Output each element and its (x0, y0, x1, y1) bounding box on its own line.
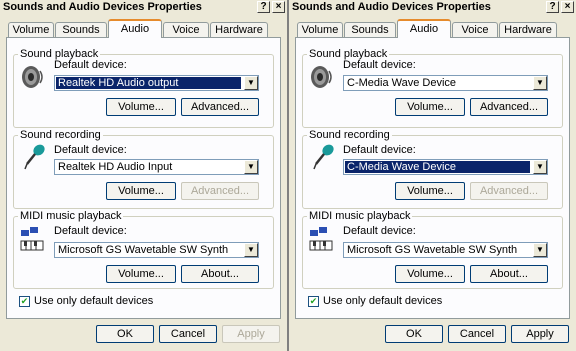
dropdown-arrow-icon[interactable]: ▼ (533, 76, 547, 90)
tab-volume[interactable]: Volume (8, 22, 54, 38)
default-device-label: Default device: (343, 59, 416, 71)
sound-recording-group: Sound recording Default device: C-Media … (302, 129, 563, 209)
use-only-default-checkbox[interactable]: ✔ (308, 296, 319, 307)
speaker-icon (22, 66, 43, 88)
tab-voice[interactable]: Voice (452, 22, 498, 38)
default-device-label: Default device: (343, 225, 416, 237)
tab-sounds[interactable]: Sounds (344, 22, 396, 38)
cancel-button[interactable]: Cancel (159, 325, 217, 343)
dropdown-arrow-icon[interactable]: ▼ (533, 160, 547, 174)
selected-device: Realtek HD Audio output (56, 77, 241, 89)
tab-hardware[interactable]: Hardware (499, 22, 557, 38)
midi-keyboard-icon (309, 227, 333, 251)
selected-device: Microsoft GS Wavetable SW Synth (58, 244, 229, 256)
audio-tab-panel: Sound playback Default device: C-Media W… (295, 37, 570, 319)
default-device-label: Default device: (54, 144, 127, 156)
recording-advanced-button: Advanced... (181, 182, 259, 200)
midi-playback-group: MIDI music playback Default device: Micr… (13, 210, 274, 289)
default-device-label: Default device: (54, 225, 127, 237)
selected-device: C-Media Wave Device (347, 77, 457, 89)
playback-advanced-button[interactable]: Advanced... (181, 98, 259, 116)
tab-hardware[interactable]: Hardware (210, 22, 268, 38)
midi-device-select[interactable]: Microsoft GS Wavetable SW Synth ▼ (343, 242, 548, 258)
dropdown-arrow-icon[interactable]: ▼ (244, 160, 258, 174)
selected-device: Microsoft GS Wavetable SW Synth (347, 244, 518, 256)
microphone-icon (313, 144, 334, 170)
ok-button[interactable]: OK (96, 325, 154, 343)
title-bar[interactable]: Sounds and Audio Devices Properties ? × (289, 0, 576, 16)
use-only-default-label: Use only default devices (323, 295, 443, 307)
recording-device-select[interactable]: Realtek HD Audio Input ▼ (54, 159, 259, 175)
selected-device: Realtek HD Audio Input (58, 161, 173, 173)
recording-advanced-button: Advanced... (470, 182, 548, 200)
apply-button: Apply (222, 325, 280, 343)
recording-volume-button[interactable]: Volume... (106, 182, 176, 200)
close-button[interactable]: × (561, 1, 574, 13)
group-label: Sound recording (18, 129, 103, 141)
window-title: Sounds and Audio Devices Properties (292, 1, 491, 13)
playback-device-select[interactable]: C-Media Wave Device ▼ (343, 75, 548, 91)
tab-volume[interactable]: Volume (297, 22, 343, 38)
speaker-icon (311, 66, 332, 88)
midi-keyboard-icon (20, 227, 44, 251)
default-device-label: Default device: (54, 59, 127, 71)
playback-volume-button[interactable]: Volume... (395, 98, 465, 116)
apply-button[interactable]: Apply (511, 325, 569, 343)
midi-volume-button[interactable]: Volume... (395, 265, 465, 283)
midi-playback-group: MIDI music playback Default device: Micr… (302, 210, 563, 289)
group-label: MIDI music playback (18, 210, 124, 222)
dropdown-arrow-icon[interactable]: ▼ (533, 243, 547, 257)
playback-volume-button[interactable]: Volume... (106, 98, 176, 116)
sound-playback-group: Sound playback Default device: Realtek H… (13, 48, 274, 128)
recording-volume-button[interactable]: Volume... (395, 182, 465, 200)
dropdown-arrow-icon[interactable]: ▼ (244, 76, 258, 90)
sound-properties-window-right: Sounds and Audio Devices Properties ? × … (289, 0, 576, 351)
sound-properties-window-left: Sounds and Audio Devices Properties ? × … (0, 0, 287, 351)
midi-device-select[interactable]: Microsoft GS Wavetable SW Synth ▼ (54, 242, 259, 258)
midi-about-button[interactable]: About... (470, 265, 548, 283)
audio-tab-panel: Sound playback Default device: Realtek H… (6, 37, 281, 319)
tab-sounds[interactable]: Sounds (55, 22, 107, 38)
sound-playback-group: Sound playback Default device: C-Media W… (302, 48, 563, 128)
close-button[interactable]: × (272, 1, 285, 13)
cancel-button[interactable]: Cancel (448, 325, 506, 343)
group-label: MIDI music playback (307, 210, 413, 222)
use-only-default-checkbox[interactable]: ✔ (19, 296, 30, 307)
dropdown-arrow-icon[interactable]: ▼ (244, 243, 258, 257)
use-only-default-label: Use only default devices (34, 295, 154, 307)
recording-device-select[interactable]: C-Media Wave Device ▼ (343, 159, 548, 175)
tab-voice[interactable]: Voice (163, 22, 209, 38)
tab-audio[interactable]: Audio (397, 19, 451, 38)
midi-volume-button[interactable]: Volume... (106, 265, 176, 283)
group-label: Sound recording (307, 129, 392, 141)
tab-audio[interactable]: Audio (108, 19, 162, 38)
microphone-icon (24, 144, 45, 170)
help-button[interactable]: ? (546, 1, 559, 13)
selected-device: C-Media Wave Device (345, 161, 530, 173)
ok-button[interactable]: OK (385, 325, 443, 343)
midi-about-button[interactable]: About... (181, 265, 259, 283)
default-device-label: Default device: (343, 144, 416, 156)
help-button[interactable]: ? (257, 1, 270, 13)
playback-device-select[interactable]: Realtek HD Audio output ▼ (54, 75, 259, 91)
title-bar[interactable]: Sounds and Audio Devices Properties ? × (0, 0, 287, 16)
playback-advanced-button[interactable]: Advanced... (470, 98, 548, 116)
sound-recording-group: Sound recording Default device: Realtek … (13, 129, 274, 209)
window-title: Sounds and Audio Devices Properties (3, 1, 202, 13)
